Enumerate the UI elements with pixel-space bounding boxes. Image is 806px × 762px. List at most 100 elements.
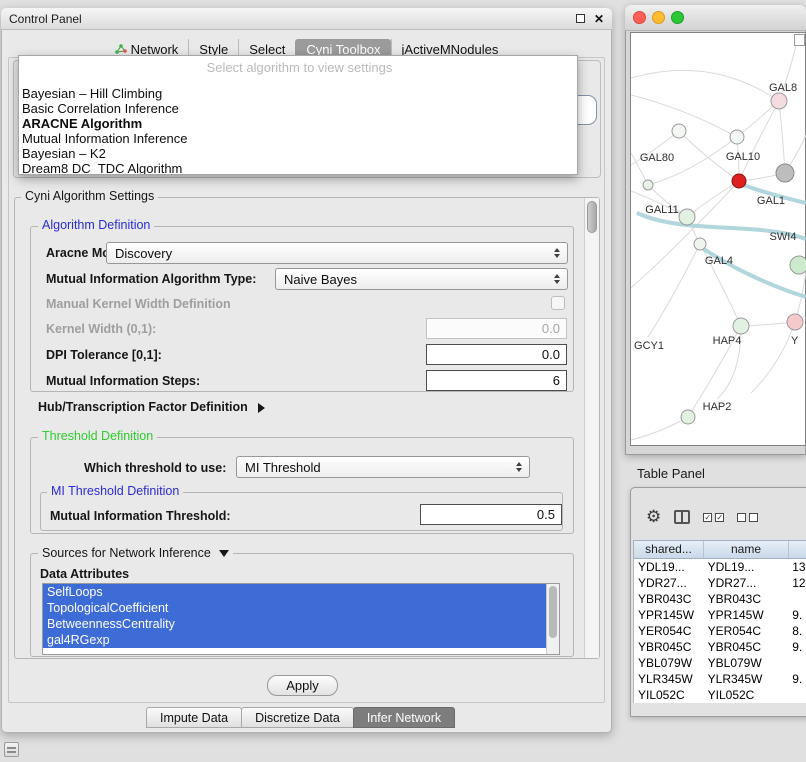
stepper-icon <box>516 462 522 472</box>
attributes-scrollbar[interactable] <box>546 584 559 654</box>
node-label: GAL4 <box>705 255 733 267</box>
cell: 8. <box>788 623 806 639</box>
node-label: Y <box>791 335 799 347</box>
mi-type-label: Mutual Information Algorithm Type: <box>46 272 256 286</box>
table-row[interactable]: YLR345WYLR345W9. <box>634 671 806 687</box>
select-all-checkboxes-icon[interactable]: ✓✓ <box>703 513 724 522</box>
sources-title: Sources for Network Inference <box>42 546 211 560</box>
table-row[interactable]: YPR145WYPR145W9. <box>634 607 806 623</box>
mi-type-value: Naive Bayes <box>284 272 357 287</box>
cell: YLR345W <box>704 671 789 687</box>
algorithm-option[interactable]: Mutual Information Inference <box>22 131 577 146</box>
panel-grip-icon[interactable] <box>4 742 19 757</box>
mi-threshold-label: Mutual Information Threshold: <box>50 509 231 523</box>
algorithm-option[interactable]: Basic Correlation Inference <box>22 101 577 116</box>
sources-toggle[interactable]: Sources for Network Inference <box>38 547 233 560</box>
algorithm-option[interactable]: Bayesian – Hill Climbing <box>22 86 577 101</box>
hub-section-label: Hub/Transcription Factor Definition <box>38 400 248 414</box>
network-node[interactable] <box>771 93 787 109</box>
column-header[interactable]: shared... <box>634 541 704 558</box>
tab-infer-network[interactable]: Infer Network <box>353 707 455 728</box>
minimize-traffic-light[interactable] <box>652 11 665 24</box>
canvas-corner-button[interactable] <box>794 34 805 46</box>
table-row[interactable]: YBR045CYBR045C9. <box>634 639 806 655</box>
algorithm-option[interactable]: Dream8 DC_TDC Algorithm <box>22 161 577 175</box>
mi-threshold-title: MI Threshold Definition <box>47 485 183 498</box>
network-node[interactable] <box>672 124 686 138</box>
attribute-item[interactable]: SelfLoops <box>43 584 546 600</box>
dpi-tolerance-field[interactable]: 0.0 <box>426 344 567 365</box>
aracne-mode-select[interactable]: Discovery <box>106 242 568 264</box>
hub-section-toggle[interactable]: Hub/Transcription Factor Definition <box>38 400 265 414</box>
network-node[interactable] <box>776 164 794 182</box>
network-node[interactable] <box>679 209 695 225</box>
algorithm-option[interactable]: Bayesian – K2 <box>22 146 577 161</box>
network-tab-icon <box>115 43 127 55</box>
network-node[interactable] <box>694 238 706 250</box>
node-label: GAL8 <box>769 82 797 94</box>
tab-impute-data[interactable]: Impute Data <box>146 707 242 728</box>
cell: YDR27... <box>704 575 789 591</box>
table-panel-title: Table Panel <box>637 466 705 481</box>
tab-discretize-data[interactable]: Discretize Data <box>241 707 354 728</box>
network-edge <box>779 101 785 173</box>
network-edge <box>751 322 795 393</box>
kernel-width-field[interactable]: 0.0 <box>426 318 567 339</box>
cell: 9. <box>788 671 806 687</box>
manual-kernel-checkbox[interactable] <box>551 296 565 310</box>
network-edge <box>648 244 700 337</box>
float-window-icon[interactable] <box>576 12 585 26</box>
network-node[interactable] <box>730 130 744 144</box>
algorithm-option[interactable]: ARACNE Algorithm <box>22 116 577 131</box>
cell: YLR345W <box>634 671 704 687</box>
attribute-item[interactable]: BetweennessCentrality <box>43 616 546 632</box>
mi-type-select[interactable]: Naive Bayes <box>275 268 568 290</box>
apply-button[interactable]: Apply <box>267 675 338 696</box>
cell: 12... <box>788 575 806 591</box>
network-node[interactable] <box>733 318 749 334</box>
cell: YBR045C <box>704 639 789 655</box>
attribute-item[interactable]: TopologicalCoefficient <box>43 600 546 616</box>
network-window-titlebar <box>625 5 806 31</box>
cell <box>788 687 806 703</box>
mi-steps-label: Mutual Information Steps: <box>46 374 200 388</box>
cyni-settings-title: Cyni Algorithm Settings <box>21 190 158 203</box>
column-header[interactable] <box>789 541 806 558</box>
deselect-all-checkboxes-icon[interactable] <box>737 513 758 522</box>
cell: YDL19... <box>704 559 789 575</box>
manual-kernel-label: Manual Kernel Width Definition <box>46 297 231 311</box>
attributes-scrollbar-thumb[interactable] <box>549 586 557 638</box>
node-label: HAP4 <box>713 335 742 347</box>
table-row[interactable]: YDR27...YDR27...12... <box>634 575 806 591</box>
mi-steps-field[interactable]: 6 <box>426 370 567 391</box>
network-node[interactable] <box>643 180 653 190</box>
table-row[interactable]: YER054CYER054C8. <box>634 623 806 639</box>
settings-scrollbar-thumb[interactable] <box>587 201 597 233</box>
network-node[interactable] <box>732 174 746 188</box>
cell: YBL079W <box>634 655 704 671</box>
close-traffic-light[interactable] <box>633 11 646 24</box>
table-row[interactable]: YDL19...YDL19...13... <box>634 559 806 575</box>
zoom-traffic-light[interactable] <box>671 11 684 24</box>
cell: YPR145W <box>704 607 789 623</box>
network-node[interactable] <box>787 314 803 330</box>
which-threshold-select[interactable]: MI Threshold <box>236 456 530 478</box>
gear-icon[interactable]: ⚙ <box>646 507 661 527</box>
stepper-icon <box>554 274 560 284</box>
network-node[interactable] <box>681 410 695 424</box>
screen: Control Panel ✕ NetworkStyleSelectCyni T… <box>0 0 806 762</box>
table-row[interactable]: YBL079WYBL079W <box>634 655 806 671</box>
column-header[interactable]: name <box>704 541 789 558</box>
mi-threshold-field[interactable]: 0.5 <box>420 504 562 525</box>
attribute-item[interactable]: gal4RGexp <box>43 632 546 648</box>
table-row[interactable]: YBR043CYBR043C <box>634 591 806 607</box>
close-icon[interactable]: ✕ <box>594 13 604 25</box>
cell <box>788 655 806 671</box>
table-header: shared...name <box>633 540 806 559</box>
expanded-arrow-icon <box>219 550 229 557</box>
node-label: SWI4 <box>770 231 797 243</box>
settings-scrollbar[interactable] <box>584 198 599 658</box>
network-node[interactable] <box>790 256 806 274</box>
table-row[interactable]: YIL052CYIL052C <box>634 687 806 703</box>
columns-icon[interactable] <box>674 510 690 524</box>
